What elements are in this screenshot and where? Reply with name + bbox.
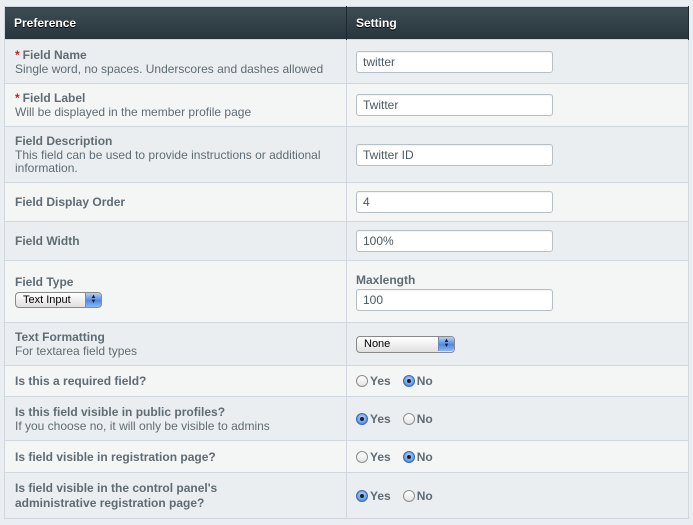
- registration-page-label: Is field visible in registration page?: [15, 449, 216, 464]
- text-formatting-label: Text Formatting: [15, 330, 105, 344]
- cp-registration-page-label: Is field visible in the control panel's …: [15, 480, 218, 510]
- radio-icon: [402, 412, 415, 425]
- row-field-description: Field Description This field can be used…: [4, 126, 689, 183]
- required-field-yes-radio[interactable]: Yes: [356, 374, 391, 388]
- row-cp-registration-page: Is field visible in the control panel's …: [4, 472, 689, 519]
- radio-label: Yes: [370, 488, 391, 503]
- required-field-setting-cell: Yes No: [346, 365, 689, 397]
- radio-label: Yes: [370, 449, 391, 464]
- field-type-setting-cell: Maxlength: [346, 260, 689, 323]
- field-name-setting-cell: [346, 39, 689, 84]
- cp-registration-page-no-radio[interactable]: No: [402, 488, 433, 503]
- row-required-field: Is this a required field? Yes No: [4, 365, 689, 397]
- cp-registration-page-radio-group: Yes No: [356, 489, 688, 503]
- field-name-pref-cell: * Field Name Single word, no spaces. Unde…: [4, 39, 347, 84]
- radio-label: Yes: [370, 411, 391, 426]
- field-description-setting-cell: [346, 126, 689, 183]
- radio-label: No: [416, 488, 433, 503]
- field-label-setting-cell: [346, 83, 689, 127]
- field-description-input[interactable]: [356, 143, 553, 166]
- public-profiles-setting-cell: Yes No: [346, 396, 689, 441]
- radio-label: Yes: [370, 374, 391, 388]
- required-field-radio-group: Yes No: [356, 374, 688, 388]
- public-profiles-no-radio[interactable]: No: [402, 411, 433, 426]
- cp-registration-page-setting-cell: Yes No: [346, 472, 689, 519]
- required-field-label: Is this a required field?: [15, 374, 147, 388]
- field-type-pref-cell: Field Type Text Input ▲ ▼: [4, 260, 347, 323]
- field-label-label-text: Field Label: [22, 91, 86, 105]
- public-profiles-description: If you choose no, it will only be visibl…: [15, 418, 270, 433]
- radio-icon: [402, 375, 415, 387]
- maxlength-label: Maxlength: [356, 272, 416, 287]
- public-profiles-yes-radio[interactable]: Yes: [356, 412, 391, 426]
- cp-registration-page-yes-radio[interactable]: Yes: [356, 489, 391, 503]
- required-field-no-radio[interactable]: No: [402, 374, 433, 388]
- preference-column-header: Preference: [4, 6, 347, 40]
- radio-icon: [356, 412, 368, 425]
- field-type-label: Field Type: [15, 275, 74, 289]
- field-name-input[interactable]: [356, 50, 553, 73]
- field-type-select[interactable]: Text Input ▲ ▼: [15, 292, 102, 308]
- select-arrows-icon: ▲ ▼: [438, 337, 454, 351]
- row-field-label: * Field Label Will be displayed in the me…: [4, 83, 689, 127]
- field-display-order-input[interactable]: [356, 191, 553, 213]
- required-marker: *: [15, 47, 20, 62]
- text-formatting-pref-cell: Text Formatting For textarea field types: [4, 322, 347, 366]
- field-description-label: Field Description: [15, 134, 113, 148]
- field-name-description: Single word, no spaces. Underscores and …: [15, 61, 324, 76]
- table-header-row: Preference Setting: [4, 6, 689, 40]
- public-profiles-pref-cell: Is this field visible in public profiles…: [4, 396, 347, 441]
- required-marker: *: [15, 91, 20, 105]
- radio-icon: [356, 375, 368, 387]
- field-label-input[interactable]: [356, 94, 553, 116]
- preferences-table: Preference Setting * Field Name Single wo…: [4, 6, 689, 519]
- text-formatting-selected-value: None: [364, 338, 391, 350]
- cp-registration-page-pref-cell: Is field visible in the control panel's …: [4, 472, 347, 519]
- radio-icon: [356, 489, 368, 502]
- row-field-display-order: Field Display Order: [4, 182, 689, 222]
- row-text-formatting: Text Formatting For textarea field types…: [4, 322, 689, 366]
- field-label-description: Will be displayed in the member profile …: [15, 105, 252, 119]
- field-width-label: Field Width: [15, 234, 80, 248]
- radio-icon: [402, 450, 415, 463]
- radio-icon: [356, 450, 368, 463]
- registration-page-radio-group: Yes No: [356, 450, 688, 464]
- required-field-pref-cell: Is this a required field?: [4, 365, 347, 397]
- registration-page-setting-cell: Yes No: [346, 440, 689, 473]
- field-width-setting-cell: [346, 221, 689, 261]
- row-public-profiles: Is this field visible in public profiles…: [4, 396, 689, 441]
- public-profiles-label: Is this field visible in public profiles…: [15, 404, 226, 419]
- maxlength-input[interactable]: [356, 288, 553, 311]
- field-width-pref-cell: Field Width: [4, 221, 347, 261]
- text-formatting-select[interactable]: None ▲ ▼: [356, 335, 455, 353]
- radio-label: No: [416, 411, 433, 426]
- field-display-order-pref-cell: Field Display Order: [4, 182, 347, 222]
- registration-page-no-radio[interactable]: No: [402, 449, 433, 464]
- text-formatting-description: For textarea field types: [15, 344, 138, 358]
- registration-page-yes-radio[interactable]: Yes: [356, 450, 391, 464]
- select-arrows-icon: ▲ ▼: [85, 293, 101, 307]
- preferences-panel: Preference Setting * Field Name Single wo…: [4, 6, 689, 519]
- row-field-type: Field Type Text Input ▲ ▼ Maxlength: [4, 260, 689, 323]
- field-name-label: * Field Name: [15, 48, 346, 62]
- field-type-selected-value: Text Input: [23, 294, 71, 306]
- radio-icon: [402, 489, 415, 502]
- row-field-width: Field Width: [4, 221, 689, 261]
- field-name-label-text: Field Name: [22, 47, 87, 62]
- radio-label: No: [416, 374, 433, 388]
- field-label-label: * Field Label: [15, 91, 346, 105]
- field-width-input[interactable]: [356, 230, 553, 252]
- row-field-name: * Field Name Single word, no spaces. Unde…: [4, 39, 689, 84]
- field-display-order-label: Field Display Order: [15, 195, 126, 209]
- setting-column-header: Setting: [346, 6, 689, 40]
- registration-page-pref-cell: Is field visible in registration page?: [4, 440, 347, 473]
- text-formatting-setting-cell: None ▲ ▼: [346, 322, 689, 366]
- row-registration-page: Is field visible in registration page? Y…: [4, 440, 689, 473]
- field-description-description: This field can be used to provide instru…: [15, 148, 321, 175]
- field-display-order-setting-cell: [346, 182, 689, 222]
- radio-label: No: [416, 449, 433, 464]
- public-profiles-radio-group: Yes No: [356, 412, 688, 426]
- field-description-pref-cell: Field Description This field can be used…: [4, 126, 347, 183]
- field-label-pref-cell: * Field Label Will be displayed in the me…: [4, 83, 347, 127]
